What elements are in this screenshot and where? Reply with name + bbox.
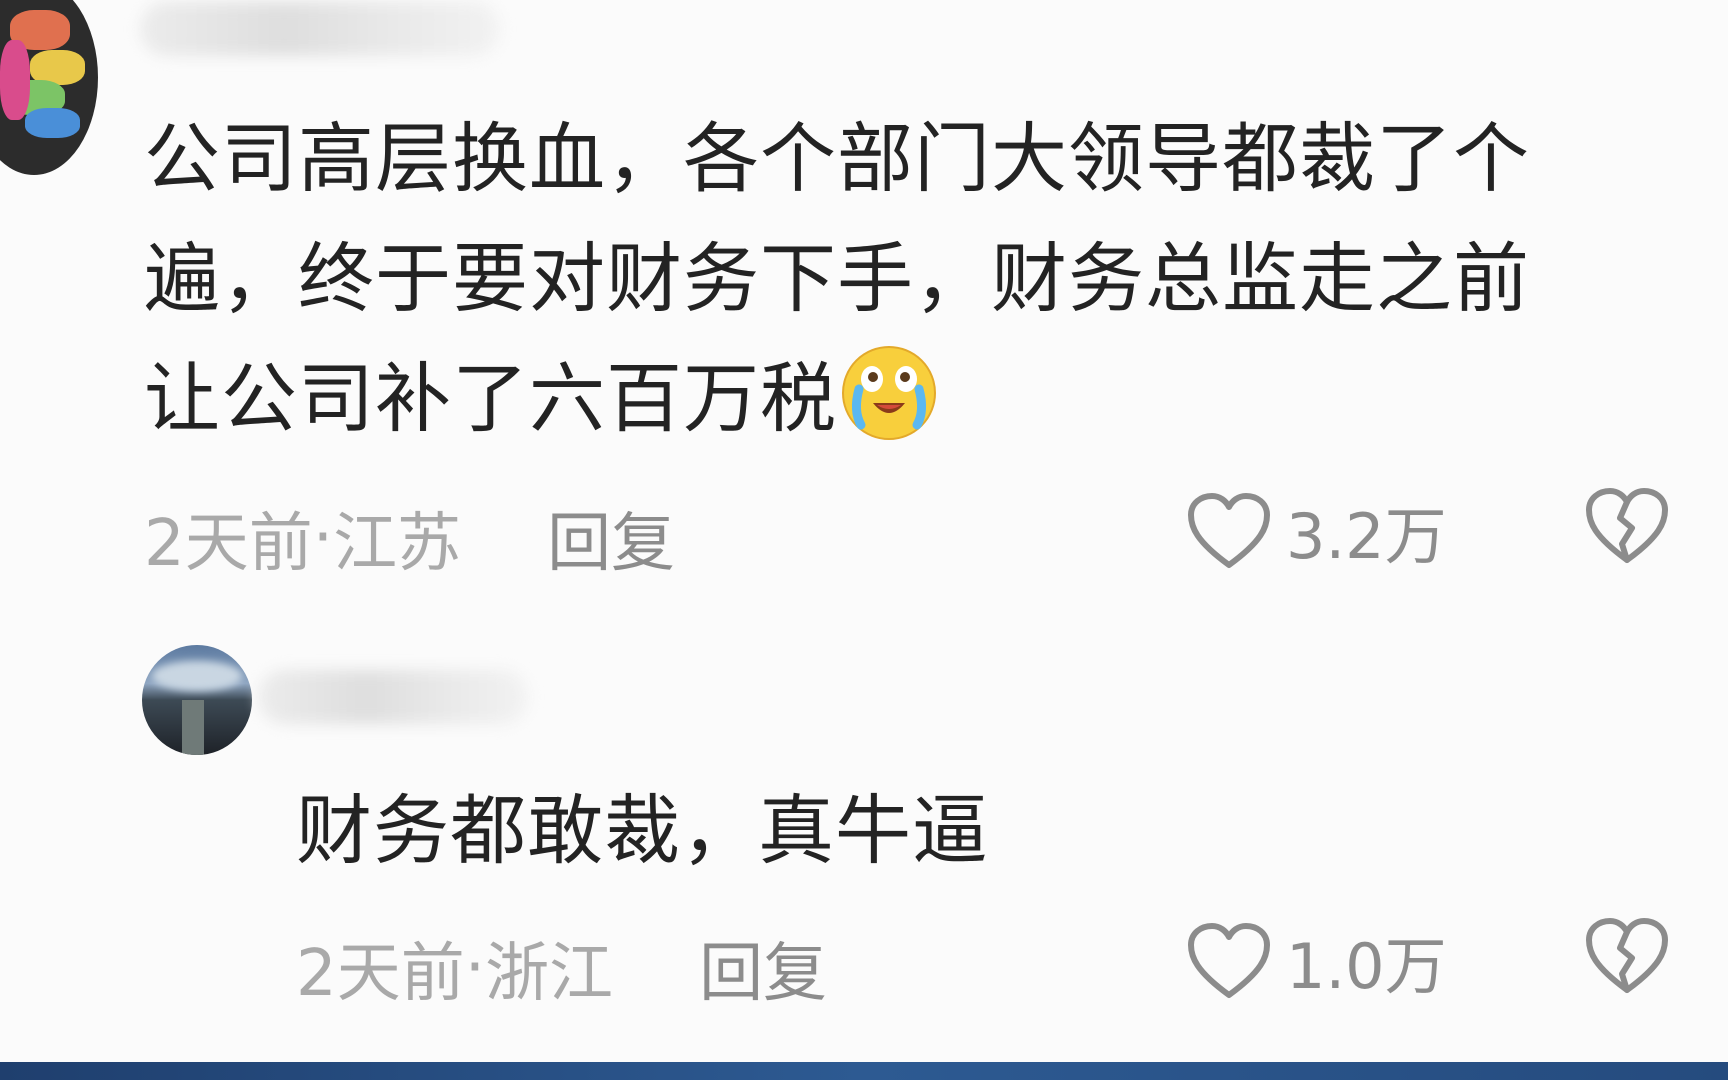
like-button[interactable]: 3.2万 bbox=[1186, 486, 1447, 576]
broken-heart-icon[interactable] bbox=[1584, 486, 1670, 566]
user-avatar[interactable] bbox=[0, 0, 98, 175]
reply-text-line: 财务都敢裁，真牛逼 bbox=[296, 786, 989, 875]
reply-location: 浙江 bbox=[485, 937, 614, 1011]
comment-text-line: 让公司补了六百万税 bbox=[144, 339, 1530, 459]
reply-username-blurred[interactable] bbox=[258, 670, 528, 724]
comment-text: 公司高层换血，各个部门大领导都裁了个 遍，终于要对财务下手，财务总监走之前 让公… bbox=[144, 99, 1530, 459]
heart-outline-icon bbox=[1188, 493, 1270, 568]
avatar-cloud bbox=[152, 661, 242, 691]
avatar-bridge bbox=[182, 700, 204, 755]
comment-location: 江苏 bbox=[333, 507, 462, 581]
comment-text-segment: 让公司补了六百万税 bbox=[144, 354, 837, 443]
comment-thread: 公司高层换血，各个部门大领导都裁了个 遍，终于要对财务下手，财务总监走之前 让公… bbox=[0, 0, 1728, 1080]
like-count: 3.2万 bbox=[1286, 500, 1447, 573]
meta-separator: · bbox=[312, 501, 334, 575]
comment-text-line: 遍，终于要对财务下手，财务总监走之前 bbox=[144, 234, 1530, 323]
username-blurred[interactable] bbox=[140, 2, 500, 56]
reply-like-button[interactable]: 1.0万 bbox=[1186, 916, 1447, 1006]
reply-comment-text: 财务都敢裁，真牛逼 bbox=[296, 771, 989, 891]
reply-time: 2天前 bbox=[296, 937, 465, 1011]
reply-user-avatar[interactable] bbox=[142, 645, 252, 755]
reply-button[interactable]: 回复 bbox=[547, 492, 675, 584]
broken-heart-icon[interactable] bbox=[1584, 916, 1670, 996]
reply-like-count: 1.0万 bbox=[1286, 930, 1447, 1003]
reply-comment-meta: 2天前 · 浙江 回复 bbox=[296, 922, 827, 1014]
heart-outline-icon bbox=[1188, 923, 1270, 998]
comment-meta: 2天前 · 江苏 回复 bbox=[144, 492, 675, 584]
bottom-video-strip bbox=[0, 1062, 1728, 1080]
comment-time: 2天前 bbox=[144, 507, 313, 581]
reply-button[interactable]: 回复 bbox=[699, 922, 827, 1014]
comment-text-line: 公司高层换血，各个部门大领导都裁了个 bbox=[144, 114, 1530, 203]
meta-separator: · bbox=[464, 931, 486, 1005]
crying-laughing-emoji-icon bbox=[842, 346, 936, 440]
